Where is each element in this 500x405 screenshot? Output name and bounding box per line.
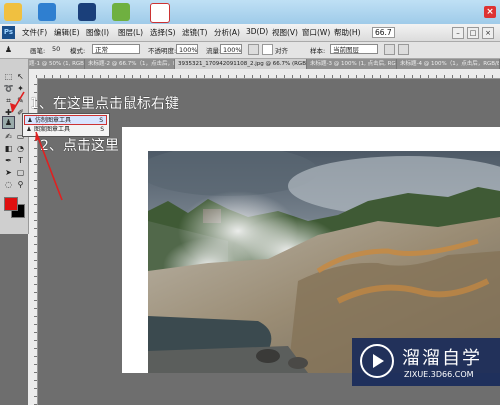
watermark-title: 溜溜自学 <box>402 348 482 369</box>
arrow-step1 <box>11 91 25 113</box>
arrow-step2 <box>35 131 63 201</box>
play-logo-icon <box>360 344 394 378</box>
watermark-url: ZIXUE.3D66.COM <box>404 370 474 379</box>
watermark: 溜溜自学 ZIXUE.3D66.COM <box>352 338 500 386</box>
